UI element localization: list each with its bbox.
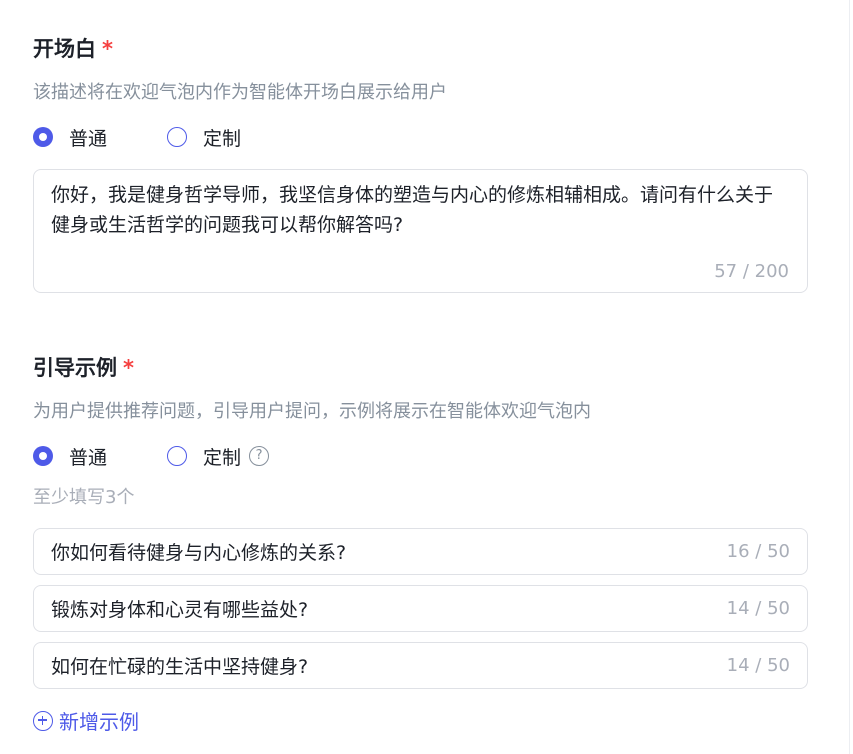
- radio-label-custom: 定制: [203, 127, 242, 150]
- right-divider: [849, 0, 850, 754]
- radio-checked-icon[interactable]: [33, 446, 53, 466]
- example-text[interactable]: 你如何看待健身与内心修炼的关系?: [51, 538, 346, 565]
- radio-label-normal: 普通: [69, 127, 108, 150]
- guide-radio-normal[interactable]: 普通: [33, 443, 107, 470]
- guide-hint: 至少填写3个: [33, 487, 135, 508]
- opening-radio-custom[interactable]: 定制: [167, 124, 241, 151]
- example-input[interactable]: 锻炼对身体和心灵有哪些益处? 14 / 50: [33, 585, 808, 632]
- example-char-counter: 14 / 50: [726, 598, 790, 619]
- required-mark: *: [123, 356, 134, 380]
- help-icon[interactable]: ?: [249, 446, 270, 466]
- guide-radio-custom[interactable]: 定制 ?: [167, 443, 270, 470]
- guide-title: 引导示例 *: [33, 351, 808, 385]
- opening-title-text: 开场白: [33, 37, 96, 61]
- opening-radio-group: 普通 定制: [33, 122, 808, 152]
- guide-radio-group: 普通 定制 ?: [33, 441, 808, 471]
- opening-radio-normal[interactable]: 普通: [33, 124, 107, 151]
- add-example-button[interactable]: 新增示例: [33, 706, 808, 735]
- example-text[interactable]: 锻炼对身体和心灵有哪些益处?: [51, 595, 308, 622]
- example-char-counter: 14 / 50: [726, 655, 790, 676]
- examples-list: 你如何看待健身与内心修炼的关系? 16 / 50 锻炼对身体和心灵有哪些益处? …: [33, 528, 808, 689]
- example-input[interactable]: 你如何看待健身与内心修炼的关系? 16 / 50: [33, 528, 808, 575]
- guide-section: 引导示例 * 为用户提供推荐问题，引导用户提问，示例将展示在智能体欢迎气泡内 普通…: [33, 351, 808, 735]
- guide-title-text: 引导示例: [33, 356, 117, 380]
- guide-description: 为用户提供推荐问题，引导用户提问，示例将展示在智能体欢迎气泡内: [33, 401, 591, 422]
- example-text[interactable]: 如何在忙碌的生活中坚持健身?: [51, 652, 308, 679]
- radio-unchecked-icon[interactable]: [167, 446, 188, 466]
- opening-title: 开场白 *: [33, 32, 808, 66]
- add-example-label[interactable]: 新增示例: [59, 706, 139, 735]
- plus-circle-icon[interactable]: [33, 710, 53, 731]
- opening-text[interactable]: 你好，我是健身哲学导师，我坚信身体的塑造与内心的修炼相辅相成。请问有什么关于健身…: [51, 180, 790, 240]
- required-mark: *: [102, 37, 113, 61]
- opening-char-counter: 57 / 200: [714, 261, 789, 282]
- opening-description: 该描述将在欢迎气泡内作为智能体开场白展示给用户: [33, 82, 447, 103]
- radio-label-normal: 普通: [69, 446, 108, 469]
- opening-section: 开场白 * 该描述将在欢迎气泡内作为智能体开场白展示给用户 普通 定制 你好，我是…: [33, 32, 808, 293]
- radio-unchecked-icon[interactable]: [167, 127, 188, 147]
- example-input[interactable]: 如何在忙碌的生活中坚持健身? 14 / 50: [33, 642, 808, 689]
- radio-label-custom: 定制: [203, 446, 242, 469]
- radio-checked-icon[interactable]: [33, 127, 53, 147]
- opening-textarea[interactable]: 你好，我是健身哲学导师，我坚信身体的塑造与内心的修炼相辅相成。请问有什么关于健身…: [33, 169, 808, 293]
- example-char-counter: 16 / 50: [726, 541, 790, 562]
